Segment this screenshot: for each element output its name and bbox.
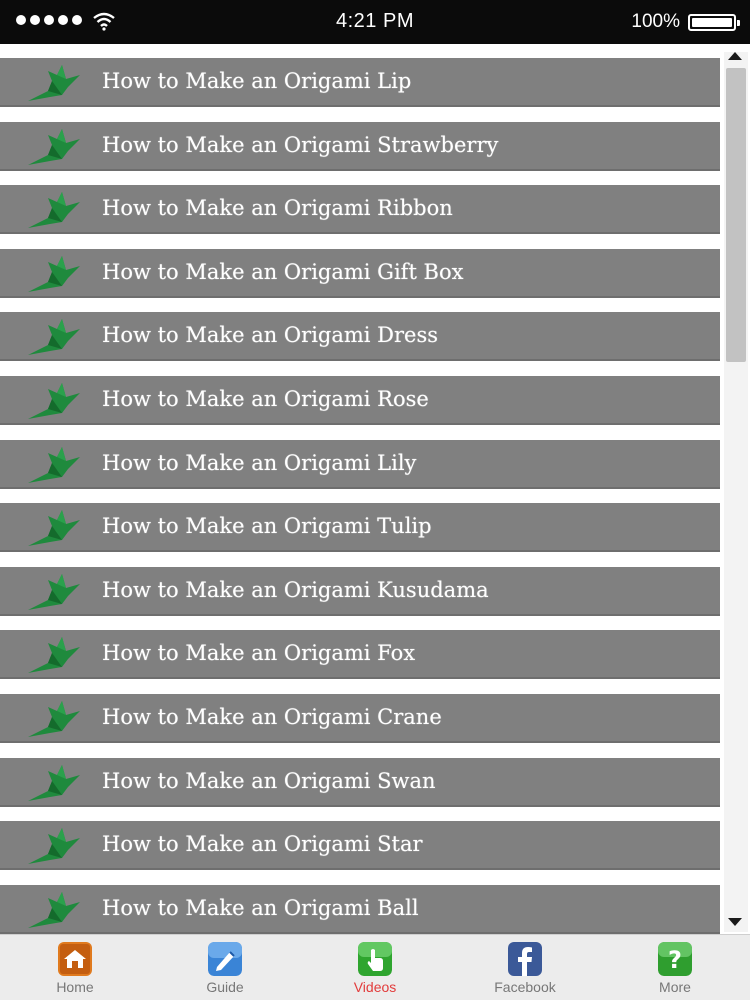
- scroll-up-arrow-icon[interactable]: [728, 52, 742, 60]
- list-item-label: How to Make an Origami Crane: [102, 705, 442, 729]
- tab-bar: Home Guide Videos Facebook ? More: [0, 934, 750, 1000]
- guide-icon: [208, 942, 242, 976]
- scroll-down-arrow-icon[interactable]: [728, 918, 742, 926]
- origami-crane-icon: [22, 315, 86, 359]
- origami-crane-icon: [22, 506, 86, 550]
- list-item[interactable]: How to Make an Origami Rose: [0, 376, 720, 425]
- tab-more-label: More: [659, 979, 691, 995]
- list-item[interactable]: How to Make an Origami Lily: [0, 439, 720, 489]
- list-item-label: How to Make an Origami Tulip: [102, 514, 432, 539]
- tab-facebook-label: Facebook: [494, 979, 556, 995]
- tab-facebook[interactable]: Facebook: [450, 935, 600, 1000]
- list-item[interactable]: How to Make an Origami Ball: [0, 884, 720, 934]
- list-item[interactable]: How to Make an Origami Fox: [0, 630, 720, 680]
- list-item[interactable]: How to Make an Origami Star: [0, 821, 720, 871]
- list-item-label: How to Make an Origami Ball: [102, 895, 419, 920]
- origami-crane-icon: [22, 379, 86, 423]
- tab-home-label: Home: [56, 979, 94, 995]
- list-item-label: How to Make an Origami Rose: [102, 387, 429, 411]
- origami-crane-icon: [22, 61, 86, 105]
- list-item-label: How to Make an Origami Lily: [102, 450, 417, 475]
- list-item-label: How to Make an Origami Fox: [102, 641, 416, 666]
- list-item[interactable]: How to Make an Origami Strawberry: [0, 121, 720, 171]
- list-item[interactable]: How to Make an Origami Dress: [0, 312, 720, 362]
- list-item-label: How to Make an Origami Strawberry: [102, 132, 499, 157]
- battery-percentage: 100%: [631, 11, 680, 32]
- list-item[interactable]: How to Make an Origami Lip: [0, 58, 720, 107]
- home-icon: [58, 942, 92, 976]
- more-icon: ?: [658, 942, 692, 976]
- list-item-label: How to Make an Origami Lip: [102, 69, 412, 93]
- battery-icon: [688, 14, 740, 31]
- tab-guide[interactable]: Guide: [150, 935, 300, 1000]
- tab-more[interactable]: ? More: [600, 935, 750, 1000]
- list-item-label: How to Make an Origami Dress: [102, 323, 439, 348]
- list-item[interactable]: How to Make an Origami Crane: [0, 694, 720, 743]
- origami-crane-icon: [22, 888, 86, 932]
- tutorial-list: How to Make an Origami Lip How to Make an…: [0, 44, 750, 934]
- list-item-label: How to Make an Origami Swan: [102, 768, 436, 793]
- list-item-label: How to Make an Origami Ribbon: [102, 196, 453, 221]
- list-item[interactable]: How to Make an Origami Tulip: [0, 503, 720, 553]
- origami-crane-icon: [22, 570, 86, 614]
- list-item-label: How to Make an Origami Kusudama: [102, 577, 489, 602]
- svg-text:?: ?: [668, 946, 682, 974]
- list-item-label: How to Make an Origami Gift Box: [102, 259, 464, 284]
- origami-crane-icon: [22, 252, 86, 296]
- list-item[interactable]: How to Make an Origami Kusudama: [0, 566, 720, 616]
- facebook-icon: [508, 942, 542, 976]
- origami-crane-icon: [22, 125, 86, 169]
- origami-crane-icon: [22, 697, 86, 741]
- tab-videos-label: Videos: [353, 979, 397, 995]
- status-bar: 4:21 PM 100%: [0, 0, 750, 44]
- list-item-label: How to Make an Origami Star: [102, 832, 423, 857]
- origami-crane-icon: [22, 188, 86, 232]
- origami-crane-icon: [22, 761, 86, 805]
- origami-crane-icon: [22, 443, 86, 487]
- tab-guide-label: Guide: [206, 979, 244, 995]
- scrollbar-thumb[interactable]: [726, 68, 746, 362]
- list-item[interactable]: How to Make an Origami Gift Box: [0, 248, 720, 298]
- tab-videos[interactable]: Videos: [300, 935, 450, 1000]
- tab-home[interactable]: Home: [0, 935, 150, 1000]
- origami-crane-icon: [22, 633, 86, 677]
- list-item[interactable]: How to Make an Origami Ribbon: [0, 185, 720, 235]
- origami-crane-icon: [22, 824, 86, 868]
- videos-icon: [358, 942, 392, 976]
- list-item[interactable]: How to Make an Origami Swan: [0, 757, 720, 807]
